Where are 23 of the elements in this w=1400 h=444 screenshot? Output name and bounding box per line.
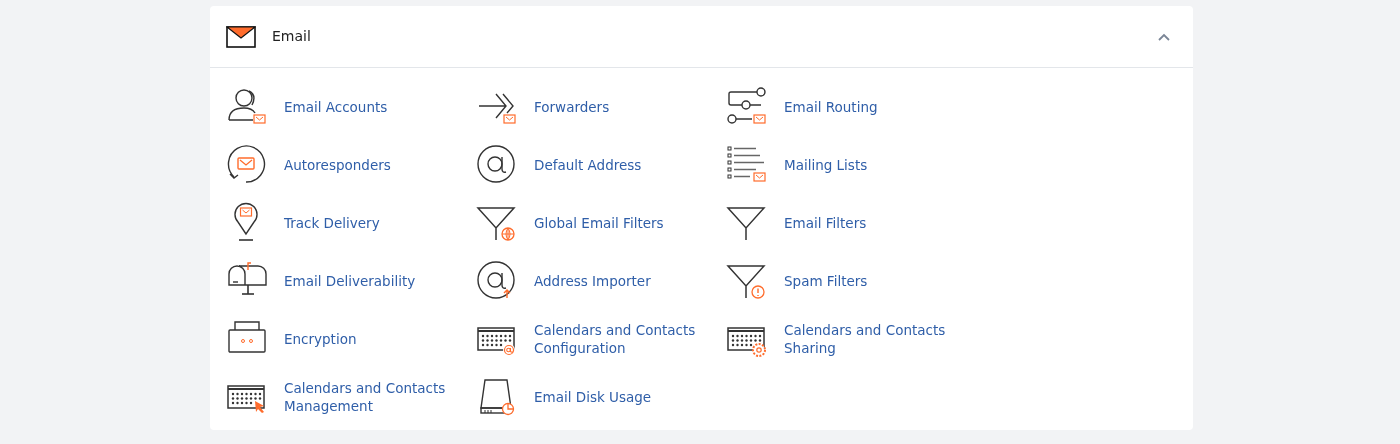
tool-link[interactable]: Global Email Filters [476, 194, 726, 252]
envelope-icon [226, 25, 256, 48]
tool-link[interactable]: Autoresponders [226, 136, 476, 194]
tool-link[interactable]: Email Routing [726, 78, 976, 136]
at-sign-upload-icon [476, 260, 518, 302]
tool-link[interactable]: Default Address [476, 136, 726, 194]
tool-link[interactable]: Encryption [226, 310, 476, 368]
tool-link[interactable]: Email Accounts [226, 78, 476, 136]
envelope-cycle-icon [226, 144, 268, 186]
tool-link[interactable]: Email Disk Usage [476, 368, 726, 426]
tool-link[interactable]: Calendars and Contacts Configuration [476, 310, 726, 368]
tool-link[interactable]: Calendars and Contacts Management [226, 368, 476, 426]
tool-link[interactable]: Email Deliverability [226, 252, 476, 310]
tool-link[interactable]: Mailing Lists [726, 136, 976, 194]
tool-link[interactable]: Spam Filters [726, 252, 976, 310]
tool-link[interactable]: Address Importer [476, 252, 726, 310]
tool-link[interactable]: Calendars and Contacts Sharing [726, 310, 976, 368]
section-title: Email [272, 27, 311, 46]
tool-link[interactable]: Track Delivery [226, 194, 476, 252]
at-sign-icon [476, 144, 518, 186]
tool-link[interactable]: Forwarders [476, 78, 726, 136]
chevron-icon [1157, 31, 1171, 42]
tool-link[interactable]: Email Filters [726, 194, 976, 252]
